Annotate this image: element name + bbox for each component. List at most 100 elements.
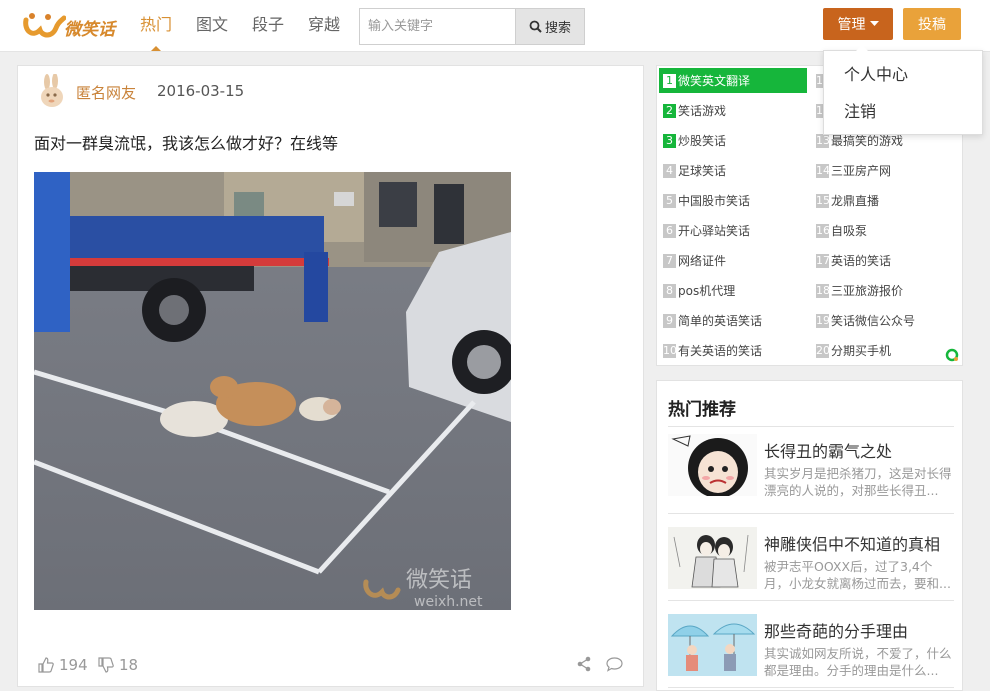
ranking-label: 网络证件 [678,254,727,268]
ranking-item[interactable]: 7 网络证件 [659,248,807,273]
nav-item-hot[interactable]: 热门 [128,0,184,52]
watermark-url: weixh.net [414,594,483,610]
umbrella-couple-thumbnail [668,614,757,676]
ranking-item[interactable]: 6 开心驿站笑话 [659,218,807,243]
search-button-label: 搜索 [544,21,571,36]
share-icon [577,656,591,672]
ranking-label: 开心驿站笑话 [678,224,751,238]
ranking-label: 自吸泵 [831,224,868,238]
hot-item-thumbnail [668,614,757,676]
hot-item-title: 神雕侠侣中不知道的真相 [764,535,941,554]
ranking-item[interactable]: 5 中国股市笑话 [659,188,807,213]
ranking-number: 19 [816,313,830,328]
ranking-number: 9 [663,313,676,328]
thumbs-down-icon [98,657,114,673]
hot-item-thumbnail [668,434,757,496]
ranking-number: 10 [663,343,677,358]
ranking-label: 足球笑话 [678,164,727,178]
hot-divider [668,600,954,601]
menu-item-logout[interactable]: 注销 [824,98,982,135]
nav-item-time-travel[interactable]: 穿越 [296,0,352,52]
ranking-item[interactable]: 18 三亚旅游报价 [812,278,960,303]
ranking-item[interactable]: 2 笑话游戏 [659,98,807,123]
manage-button-label: 管理 [837,17,866,33]
post-submit-button[interactable]: 投稿 [903,8,961,40]
hot-item[interactable]: 那些奇葩的分手理由 其实诚如网友所说，不爱了，什么都是理由。分手的理由是什么..… [668,614,954,691]
ranking-label: 英语的笑话 [831,254,892,268]
ranking-label: 中国股市笑话 [678,194,751,208]
comment-button[interactable] [606,656,623,672]
watermark-text: 微笑话 [406,568,472,593]
hot-divider [668,513,954,514]
ranking-number: 5 [663,193,676,208]
thumbs-up-icon [38,657,54,673]
ranking-label: 笑话微信公众号 [831,314,916,328]
ranking-label: 炒股笑话 [678,134,727,148]
ranking-item[interactable]: 3 炒股笑话 [659,128,807,153]
hot-item[interactable]: 长得丑的霸气之处 其实岁月是把杀猪刀，这是对长得漂亮的人说的，对那些长得丑... [668,434,954,521]
ranking-number: 14 [816,163,830,178]
ranking-number: 4 [663,163,676,178]
dislike-button[interactable]: 18 [98,656,138,674]
hot-item-title: 长得丑的霸气之处 [764,442,893,461]
ranking-item[interactable]: 1 微笑英文翻译 [659,68,807,93]
manage-button[interactable]: 管理 [823,8,893,40]
nav-item-pictures[interactable]: 图文 [184,0,240,52]
ranking-number: 6 [663,223,676,238]
ranking-item[interactable]: 14 三亚房产网 [812,158,960,183]
ranking-number: 15 [816,193,830,208]
ranking-label: 笑话游戏 [678,104,727,118]
rabbit-avatar-icon [41,73,63,107]
like-button[interactable]: 194 [38,656,88,674]
hot-item-thumbnail [668,527,757,589]
hot-recommend-panel: 热门推荐 长得丑的霸气之处 其实岁月是把杀猪刀，这是对长得漂亮的人说的，对那些长… [656,380,963,691]
ranking-number: 18 [816,283,830,298]
ranking-item[interactable]: 8 pos机代理 [659,278,807,303]
ranking-number: 13 [816,133,830,148]
search-input[interactable] [359,8,516,45]
ranking-item[interactable]: 9 简单的英语笑话 [659,308,807,333]
ranking-number: 2 [663,103,676,118]
ranking-number: 3 [663,133,676,148]
hot-item-title: 那些奇葩的分手理由 [764,622,909,641]
cartoon-girl-thumbnail [668,434,757,496]
like-count: 194 [59,656,88,674]
ranking-item[interactable]: 4 足球笑话 [659,158,807,183]
hot-divider [668,687,954,688]
caret-down-icon [869,21,879,26]
share-button[interactable] [576,656,592,672]
ranking-number: 7 [663,253,676,268]
hot-divider [668,426,954,427]
ranking-item[interactable]: 17 英语的笑话 [812,248,960,273]
ranking-item[interactable]: 15 龙鼎直播 [812,188,960,213]
top-header: 微笑话 热门 图文 段子 穿越 搜索 管理 投稿 [0,0,990,52]
author-name[interactable]: 匿名网友 [76,82,136,103]
ranking-label: 三亚旅游报价 [831,284,904,298]
ranking-label: 三亚房产网 [831,164,892,178]
ranking-number: 16 [816,223,830,238]
ranking-label: 龙鼎直播 [831,194,880,208]
ranking-item[interactable]: 10 有关英语的笑话 [659,338,807,363]
ranking-item[interactable]: 20 分期买手机 [812,338,960,363]
hot-recommend-title: 热门推荐 [668,400,736,420]
hot-item-desc: 其实诚如网友所说，不爱了，什么都是理由。分手的理由是什么... [764,646,952,678]
menu-item-profile[interactable]: 个人中心 [824,61,982,98]
ranking-label: 分期买手机 [831,344,892,358]
search-icon [529,20,542,33]
ranking-item[interactable]: 16 自吸泵 [812,218,960,243]
ranking-item[interactable]: 19 笑话微信公众号 [812,308,960,333]
search-button[interactable]: 搜索 [515,8,585,45]
post-card: 匿名网友 2016-03-15 面对一群臭流氓，我该怎么做才好？在线等 微笑话 … [17,65,644,687]
nav-item-jokes[interactable]: 段子 [240,0,296,52]
comment-icon [606,657,623,672]
avatar[interactable] [38,73,68,110]
post-photo: 微笑话 weixh.net [34,172,511,610]
site-logo[interactable]: 微笑话 [22,10,118,42]
post-image[interactable]: 微笑话 weixh.net [34,172,511,610]
ranking-number: 20 [816,343,830,358]
ranking-label: pos机代理 [678,284,736,298]
loading-icon [945,348,959,362]
ranking-number: 1 [663,73,676,88]
dislike-count: 18 [119,656,139,674]
post-title[interactable]: 面对一群臭流氓，我该怎么做才好？在线等 [34,130,338,154]
